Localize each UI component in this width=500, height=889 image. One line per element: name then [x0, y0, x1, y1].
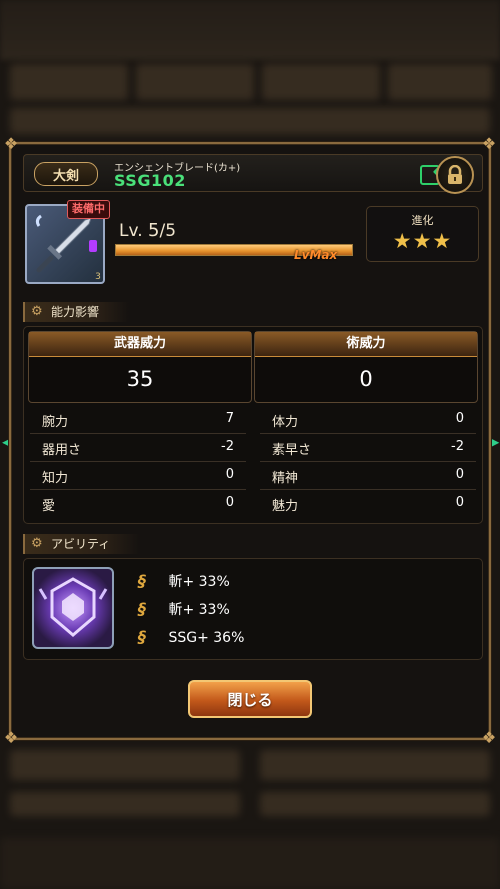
stat-cell: 腕力 7 [30, 407, 246, 434]
stat-panel: 武器威力 35 術威力 0 腕力 7 体力 0 器用さ -2 素早さ -2 知力… [23, 326, 483, 524]
weapon-power-value: 35 [126, 367, 154, 391]
weapon-name: SSG102 [114, 171, 186, 190]
magic-power-value: 0 [359, 367, 373, 391]
section-abilities-label: アビリティ [51, 537, 111, 551]
weapon-power-label: 武器威力 [29, 332, 251, 357]
stat-value: -2 [221, 439, 234, 454]
stat-cell: 器用さ -2 [30, 435, 246, 462]
background-tile [10, 792, 240, 816]
weapon-type-badge: 大剣 [34, 162, 98, 186]
background-header [0, 0, 500, 60]
crest-icon[interactable] [32, 567, 114, 649]
evolution-stars: ★★★ [392, 229, 453, 253]
stat-name: 愛 [42, 499, 56, 514]
background-tile [10, 108, 490, 134]
background-tile [136, 64, 254, 100]
corner-ornament: ❖ [3, 134, 19, 153]
stat-name: 素早さ [272, 443, 312, 458]
background-tile [260, 750, 490, 780]
ability-text: 斬+ 33% [168, 574, 230, 590]
ability-item: § 斬+ 33% [138, 599, 230, 619]
stat-name: 器用さ [42, 443, 82, 458]
stat-value: -2 [451, 439, 464, 454]
rarity-star-badge: 3 [95, 272, 101, 282]
close-button[interactable]: 閉じる [188, 680, 312, 718]
stat-row: 知力 0 精神 0 [30, 463, 476, 490]
corner-ornament: ❖ [481, 728, 497, 747]
crest-icon-art [38, 577, 108, 637]
evolution-label: 進化 [411, 214, 434, 227]
level-max: /5 [159, 221, 177, 241]
stat-name: 体力 [272, 415, 299, 430]
stat-value: 0 [225, 495, 234, 510]
stat-value: 0 [455, 467, 464, 482]
stat-cell: 精神 0 [260, 463, 476, 490]
stat-value: 0 [455, 411, 464, 426]
gear-icon: ⚙ [31, 536, 43, 551]
stat-row: 器用さ -2 素早さ -2 [30, 435, 476, 462]
gear-icon: ⚙ [31, 304, 43, 319]
stat-cell: 魅力 0 [260, 491, 476, 517]
stat-cell: 素早さ -2 [260, 435, 476, 462]
background-tile [260, 792, 490, 816]
level-current: 5 [148, 220, 160, 241]
level-display: Lv. 5/5 [119, 220, 176, 241]
background-tile [10, 750, 240, 780]
stat-value: 0 [455, 495, 464, 510]
weapon-header: 大剣 エンシェントブレード(カ+) SSG102 [23, 154, 483, 192]
equipped-badge: 装備中 [67, 200, 110, 219]
stat-value: 7 [225, 411, 234, 426]
ability-item: § 斬+ 33% [138, 571, 230, 591]
section-ability-effect: ⚙ 能力影響 [23, 302, 130, 322]
ability-text: 斬+ 33% [168, 602, 230, 618]
stat-name: 精神 [272, 471, 299, 486]
stat-name: 腕力 [42, 415, 69, 430]
level-prefix: Lv. [119, 221, 143, 241]
ability-item: § SSG+ 36% [138, 627, 244, 646]
corner-ornament: ❖ [481, 134, 497, 153]
magic-power-label: 術威力 [255, 332, 477, 357]
section-abilities: ⚙ アビリティ [23, 534, 141, 554]
evolution-box: 進化 ★★★ [366, 206, 479, 262]
corner-ornament: ❖ [3, 728, 19, 747]
stat-cell: 知力 0 [30, 463, 246, 490]
stat-cell: 愛 0 [30, 491, 246, 517]
stat-name: 魅力 [272, 499, 299, 514]
background-tile [262, 64, 380, 100]
lock-icon [448, 165, 462, 184]
ability-text: SSG+ 36% [168, 630, 245, 646]
ability-glyph-icon: § [138, 627, 146, 646]
weapon-power-box: 武器威力 35 [28, 331, 252, 403]
stat-row: 愛 0 魅力 0 [30, 491, 476, 517]
stat-value: 0 [225, 467, 234, 482]
ability-panel: § 斬+ 33% § 斬+ 33% § SSG+ 36% [23, 558, 483, 660]
ability-glyph-icon: § [138, 599, 146, 618]
section-ability-effect-label: 能力影響 [51, 305, 100, 319]
background-tile [10, 64, 128, 100]
stat-name: 知力 [42, 471, 69, 486]
ability-glyph-icon: § [138, 571, 146, 590]
stat-cell: 体力 0 [260, 407, 476, 434]
lock-button[interactable] [436, 156, 474, 194]
weapon-detail-dialog: ❖ ❖ ❖ ❖ 大剣 エンシェントブレード(カ+) SSG102 装備中 3 L… [4, 135, 496, 747]
magic-power-box: 術威力 0 [254, 331, 478, 403]
background-tile [388, 64, 492, 100]
lvmax-label: LvMax [294, 248, 338, 262]
stat-row: 腕力 7 体力 0 [30, 407, 476, 434]
background-footer [0, 838, 500, 889]
